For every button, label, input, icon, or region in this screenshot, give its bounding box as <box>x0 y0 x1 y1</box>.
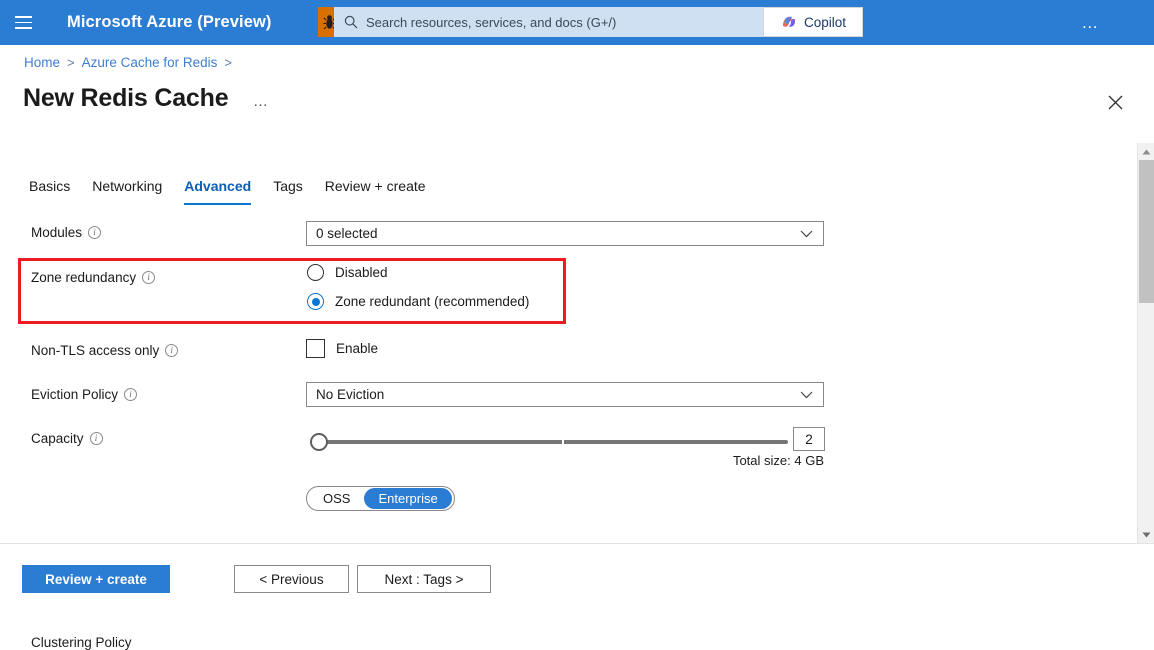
wizard-tab-list: Basics Networking Advanced Tags Review +… <box>29 178 426 205</box>
hamburger-menu-icon[interactable] <box>0 0 46 45</box>
clustering-policy-option-oss[interactable]: OSS <box>309 488 364 509</box>
info-icon[interactable]: i <box>124 388 137 401</box>
next-button[interactable]: Next : Tags > <box>357 565 491 593</box>
radio-label: Disabled <box>335 265 388 280</box>
zone-redundancy-option-zone-redundant[interactable]: Zone redundant (recommended) <box>307 293 529 310</box>
zone-redundancy-highlight-box <box>18 258 566 324</box>
page-title: New Redis Cache <box>23 84 228 113</box>
radio-button[interactable] <box>307 293 324 310</box>
eviction-policy-dropdown[interactable]: No Eviction <box>306 382 824 407</box>
checkbox[interactable] <box>306 339 325 358</box>
content-scrollbar[interactable] <box>1137 143 1154 543</box>
capacity-value-box[interactable]: 2 <box>793 427 825 451</box>
breadcrumb-item-azure-cache-for-redis[interactable]: Azure Cache for Redis <box>82 55 218 70</box>
zone-redundancy-label: Zone redundancy i <box>31 270 155 285</box>
breadcrumb-separator: > <box>224 55 232 70</box>
breadcrumb: Home > Azure Cache for Redis > <box>24 55 232 70</box>
breadcrumb-separator: > <box>67 55 75 70</box>
capacity-slider-track[interactable] <box>320 440 788 444</box>
info-icon[interactable]: i <box>142 271 155 284</box>
previous-button[interactable]: < Previous <box>234 565 349 593</box>
modules-dropdown[interactable]: 0 selected <box>306 221 824 246</box>
tab-tags[interactable]: Tags <box>273 178 303 205</box>
checkbox-label: Enable <box>336 341 378 356</box>
review-create-button[interactable]: Review + create <box>22 565 170 593</box>
scrollbar-thumb[interactable] <box>1139 160 1154 303</box>
capacity-label: Capacity i <box>31 431 103 446</box>
copilot-label: Copilot <box>804 15 846 30</box>
top-navigation-bar: Microsoft Azure (Preview) <box>0 0 1154 45</box>
tab-networking[interactable]: Networking <box>92 178 162 205</box>
eviction-policy-label: Eviction Policy i <box>31 387 137 402</box>
info-icon[interactable]: i <box>165 344 178 357</box>
chevron-down-icon <box>800 230 813 238</box>
tab-review-create[interactable]: Review + create <box>325 178 426 205</box>
radio-button[interactable] <box>307 264 324 281</box>
capacity-label-text: Capacity <box>31 431 84 446</box>
modules-label: Modules i <box>31 225 101 240</box>
modules-label-text: Modules <box>31 225 82 240</box>
non-tls-enable-checkbox-row[interactable]: Enable <box>306 339 378 358</box>
radio-label: Zone redundant (recommended) <box>335 294 529 309</box>
close-icon[interactable] <box>1101 88 1129 116</box>
wizard-footer: Review + create < Previous Next : Tags > <box>0 544 1154 624</box>
info-icon[interactable]: i <box>88 226 101 239</box>
breadcrumb-item-home[interactable]: Home <box>24 55 60 70</box>
search-icon <box>344 15 358 29</box>
capacity-slider-tick <box>562 440 564 444</box>
clustering-policy-option-enterprise[interactable]: Enterprise <box>364 488 451 509</box>
scroll-down-arrow-icon[interactable] <box>1138 526 1154 543</box>
non-tls-label-text: Non-TLS access only <box>31 343 159 358</box>
scroll-up-arrow-icon[interactable] <box>1138 143 1154 160</box>
capacity-total-size: Total size: 4 GB <box>600 453 824 468</box>
page-more-button[interactable]: … <box>253 94 270 109</box>
clustering-policy-label: Clustering Policy <box>31 635 132 650</box>
tab-basics[interactable]: Basics <box>29 178 70 205</box>
copilot-icon <box>780 13 798 31</box>
topbar-more-button[interactable]: … <box>1076 0 1106 45</box>
copilot-button[interactable]: Copilot <box>763 7 863 37</box>
zone-redundancy-label-text: Zone redundancy <box>31 270 136 285</box>
tab-advanced[interactable]: Advanced <box>184 178 251 205</box>
chevron-down-icon <box>800 391 813 399</box>
modules-dropdown-value: 0 selected <box>316 226 378 241</box>
capacity-slider-thumb[interactable] <box>310 433 328 451</box>
info-icon[interactable]: i <box>90 432 103 445</box>
azure-brand-title: Microsoft Azure (Preview) <box>67 13 272 32</box>
search-box[interactable] <box>334 7 778 37</box>
non-tls-label: Non-TLS access only i <box>31 343 178 358</box>
eviction-policy-value: No Eviction <box>316 387 384 402</box>
capacity-slider[interactable] <box>306 431 788 453</box>
clustering-policy-toggle[interactable]: OSS Enterprise <box>306 486 455 511</box>
wizard-content-panel: Basics Networking Advanced Tags Review +… <box>0 143 1137 543</box>
clustering-policy-label-text: Clustering Policy <box>31 635 132 650</box>
zone-redundancy-option-disabled[interactable]: Disabled <box>307 264 388 281</box>
search-input[interactable] <box>366 15 766 30</box>
eviction-policy-label-text: Eviction Policy <box>31 387 118 402</box>
